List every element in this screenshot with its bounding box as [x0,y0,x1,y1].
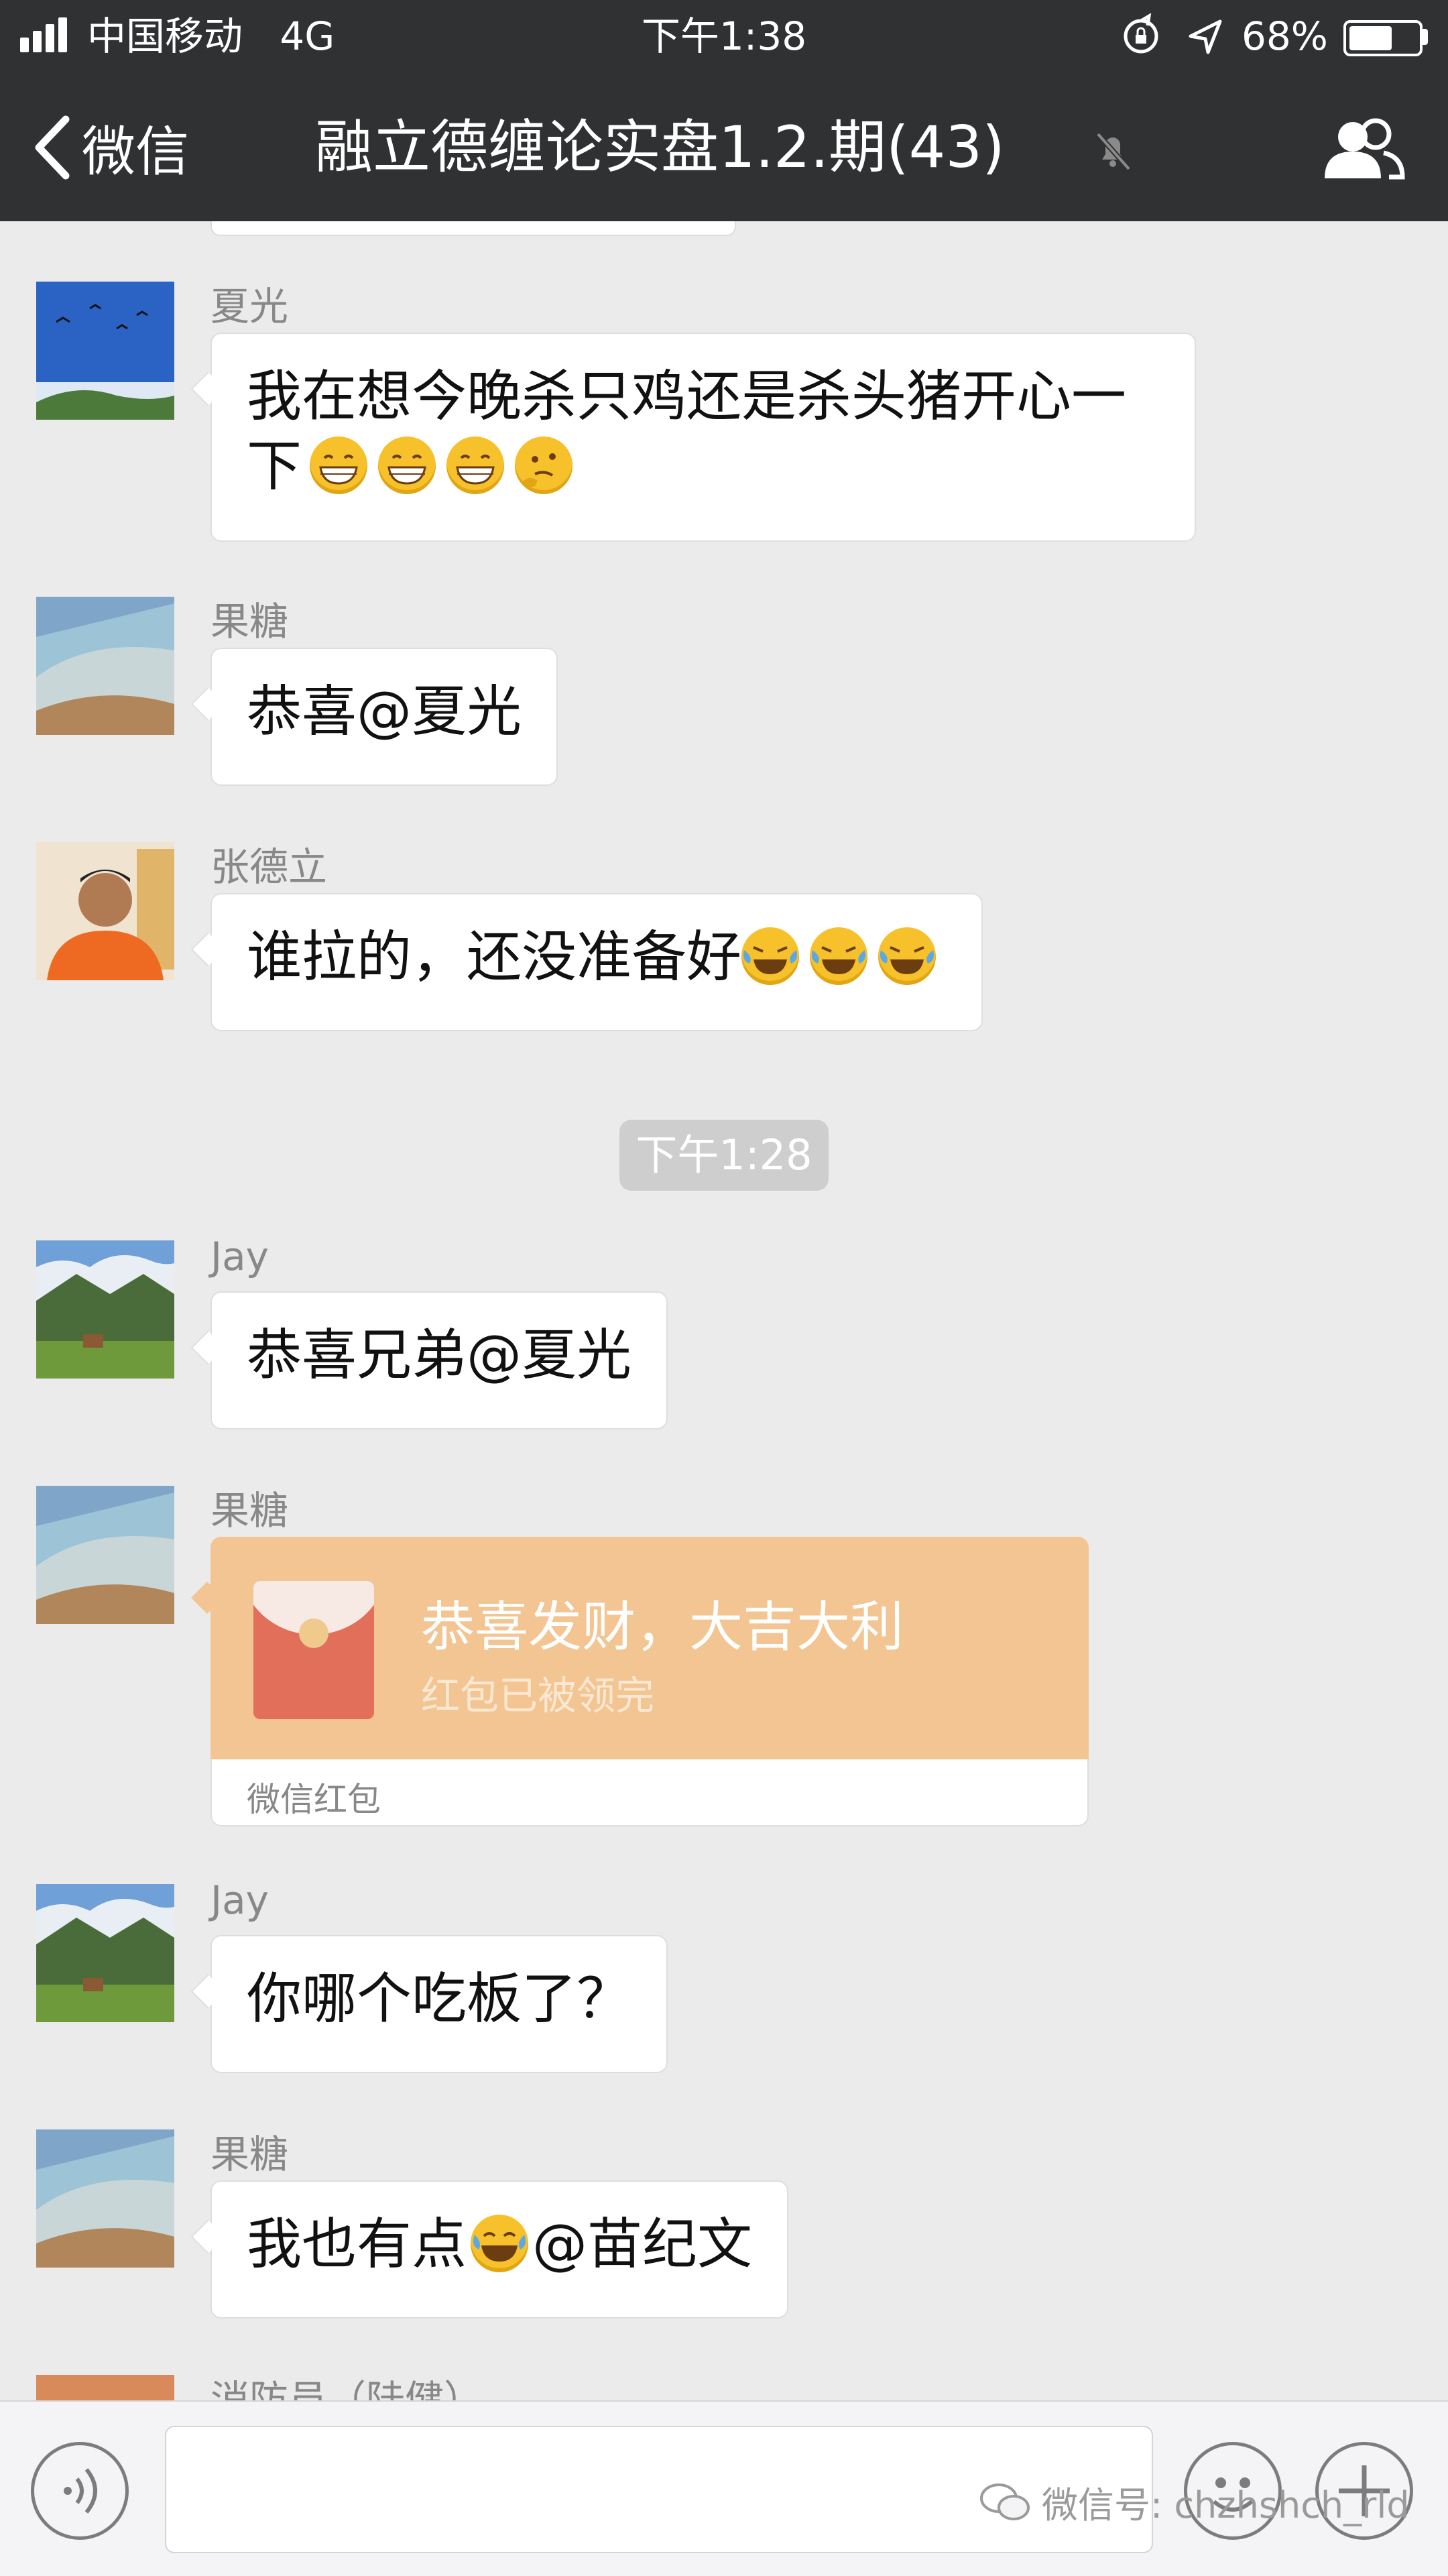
message-text: 我在想今晚杀只鸡还是杀头猪开心一 [247,365,1127,428]
crying-laughing-emoji-icon [810,927,868,985]
message-bubble[interactable]: 你哪个吃板了？ [210,1935,668,2073]
sender-name: 消防员（陆健） [210,2377,483,2400]
group-members-button[interactable] [1314,114,1408,190]
people-icon [1325,118,1405,180]
back-label: 微信 [82,121,189,183]
watermark: 微信号: chzhshch_rld [979,2475,1410,2528]
message-bubble[interactable]: 恭喜@夏光 [210,648,558,786]
avatar[interactable] [36,597,174,735]
location-arrow-icon [1185,9,1225,63]
message-bubble[interactable]: 我在想今晚杀只鸡还是杀头猪开心一 下 [210,333,1196,542]
message-mention: @苗纪文 [532,2213,753,2276]
battery-icon [1343,20,1423,56]
message-text-line2: 下 [247,432,1160,502]
avatar[interactable] [36,2375,174,2400]
sender-name: 夏光 [210,284,289,329]
voice-input-button[interactable] [31,2442,129,2540]
battery-percent: 68% [1242,13,1328,59]
avatar[interactable] [36,1884,174,2022]
input-bar: 微信号: chzhshch_rld [0,2400,1448,2576]
wechat-chat-screen: 中国移动 4G 下午1:38 68% 微信 融立德缠论实盘1.2.期(43) 夏… [0,0,1448,2576]
avatar[interactable] [36,1486,174,1624]
avatar[interactable] [36,282,174,420]
message-bubble[interactable]: 我也有点 @苗纪文 [210,2180,789,2319]
top-bar: 中国移动 4G 下午1:38 68% 微信 融立德缠论实盘1.2.期(43) [0,0,1448,221]
message-text: 恭喜兄弟@夏光 [247,1324,632,1387]
watermark-text: 微信号: chzhshch_rld [1042,2484,1410,2526]
wechat-logo-icon [980,2483,1030,2520]
red-packet-footer: 微信红包 [210,1759,1089,1826]
battery-level [1349,26,1392,50]
back-button[interactable]: 微信 [32,107,189,188]
red-packet-label: 微信红包 [247,1780,381,1819]
sender-name: Jay [210,1234,269,1279]
red-packet-body: 恭喜发财，大吉大利 红包已被领完 [210,1537,1089,1759]
status-time: 下午1:38 [641,13,807,59]
red-envelope-icon [253,1581,374,1719]
sender-name: Jay [210,1877,269,1923]
previous-message-bubble [210,221,736,236]
grinning-emoji-icon [446,436,505,494]
tears-of-joy-emoji-icon [471,2215,529,2272]
message-timestamp: 下午1:28 [619,1120,829,1191]
message-text-end: 下 [247,434,302,498]
message-bubble[interactable]: 谁拉的，还没准备好 [210,893,983,1031]
message-text: 恭喜@夏光 [247,680,522,744]
voice-icon [64,2468,97,2514]
message-bubble[interactable]: 恭喜兄弟@夏光 [210,1291,668,1429]
avatar[interactable] [36,2129,174,2268]
message-text: 你哪个吃板了？ [247,1967,632,2031]
crying-laughing-emoji-icon [741,927,800,985]
sender-name: 果糖 [210,1488,289,1533]
red-packet-status: 红包已被领完 [421,1673,655,1718]
avatar[interactable] [36,842,174,980]
sender-name: 果糖 [210,2131,289,2177]
red-packet[interactable]: 恭喜发财，大吉大利 红包已被领完 微信红包 [210,1537,1089,1828]
message-text: 谁拉的，还没准备好 [247,925,742,989]
avatar[interactable] [36,1240,174,1379]
rotation-lock-icon [1121,9,1164,63]
thinking-emoji-icon [515,436,573,494]
battery-nub [1423,29,1428,45]
crying-laughing-emoji-icon [878,927,937,985]
sender-name: 张德立 [210,844,328,890]
sender-name: 果糖 [210,599,289,644]
chevron-left-icon [35,115,70,180]
grinning-emoji-icon [310,436,368,494]
red-packet-title: 恭喜发财，大吉大利 [421,1596,904,1658]
message-text: 我也有点 [247,2213,467,2276]
mute-bell-icon [1093,129,1133,176]
chat-area[interactable]: 夏光 我在想今晚杀只鸡还是杀头猪开心一 下 果糖 恭喜@夏光 张德立 谁拉的，还… [0,221,1448,2400]
chat-title: 融立德缠论实盘1.2.期(43) [315,114,1005,181]
grinning-emoji-icon [378,436,436,494]
